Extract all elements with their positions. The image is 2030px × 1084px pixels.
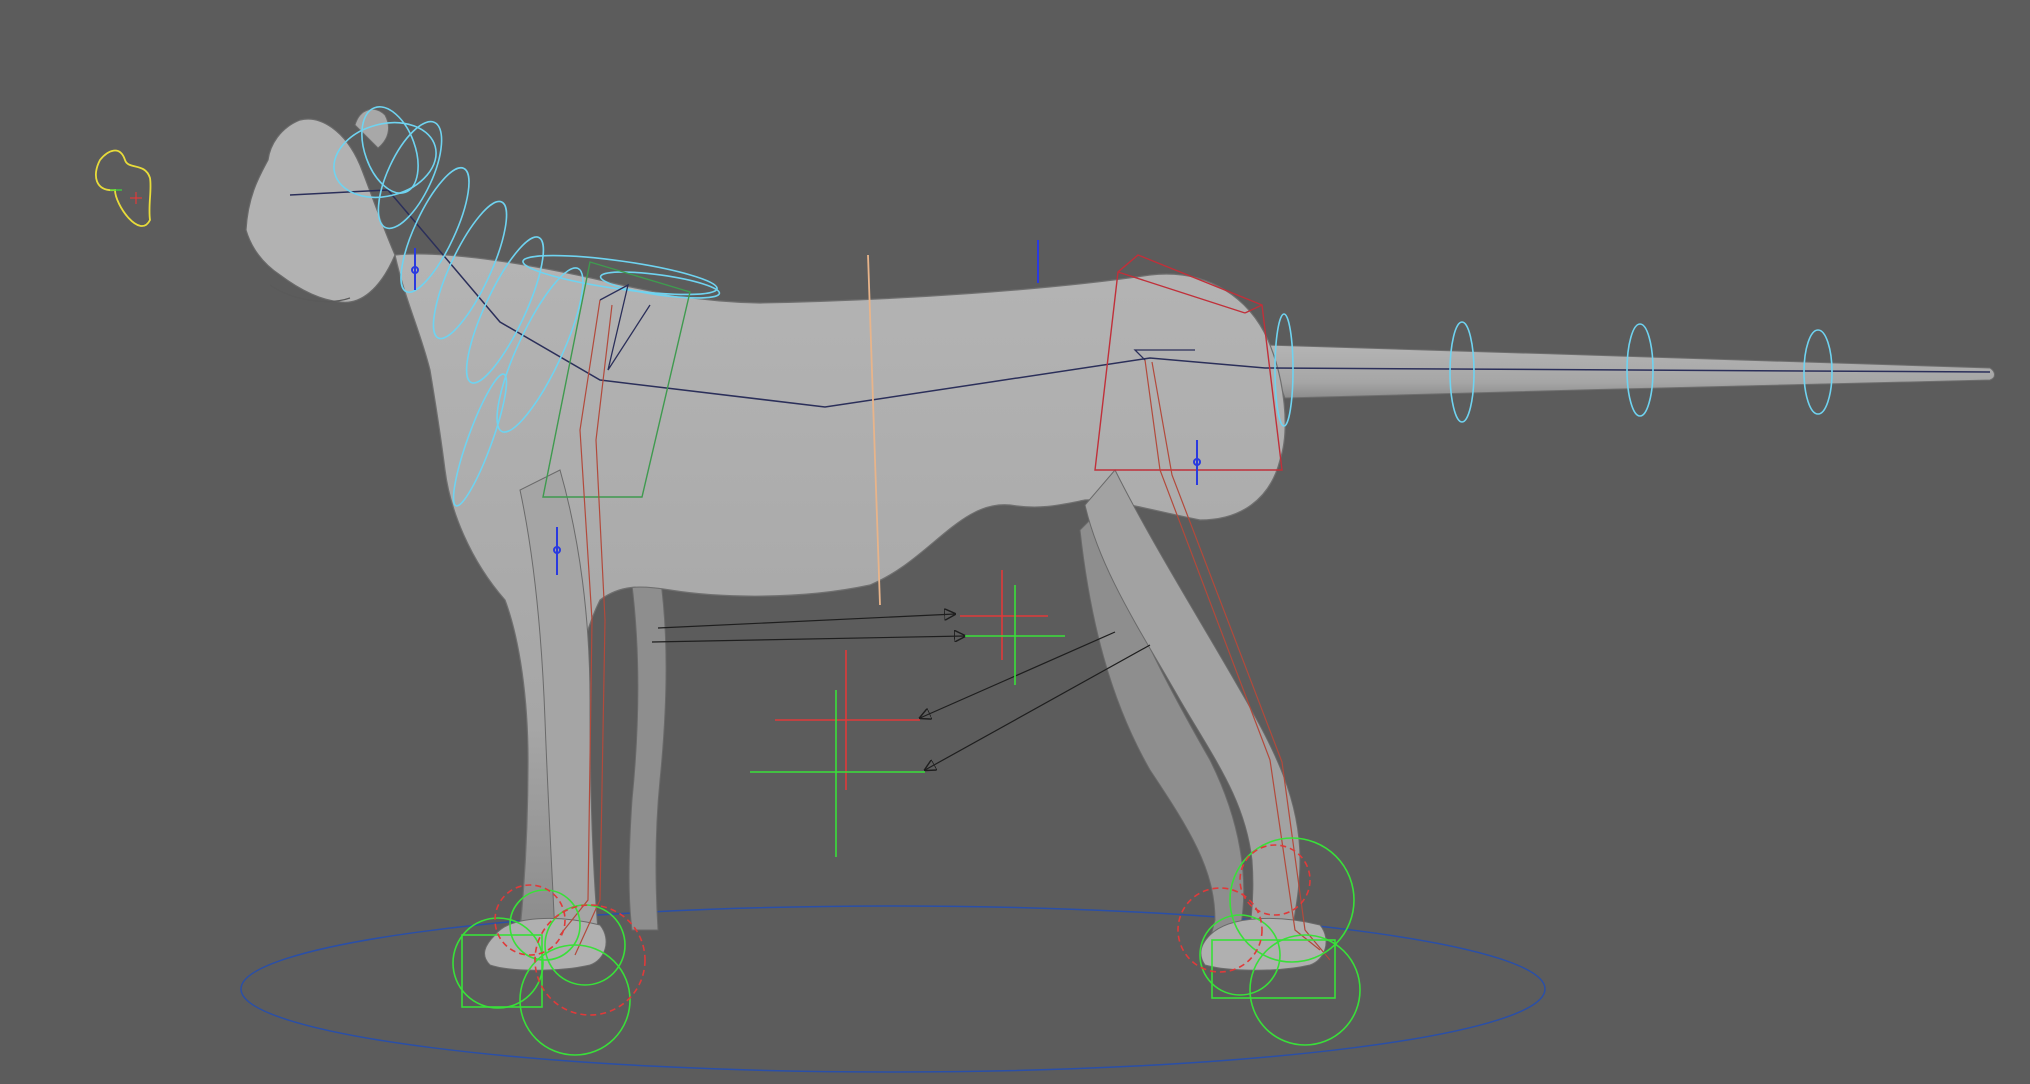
front-leg-far[interactable] [628,569,667,931]
hind-leg-near[interactable] [1084,469,1301,961]
ik-handle-icon[interactable] [750,570,1065,857]
pole-arrows[interactable] [651,614,1151,770]
root-control-icon[interactable] [240,905,1546,1073]
3d-viewport[interactable] [0,0,2030,1084]
look-at-control-icon[interactable] [95,149,152,227]
viewport-canvas[interactable] [0,0,2030,1084]
ear-mesh[interactable] [354,108,389,149]
head-mesh[interactable] [245,118,396,303]
